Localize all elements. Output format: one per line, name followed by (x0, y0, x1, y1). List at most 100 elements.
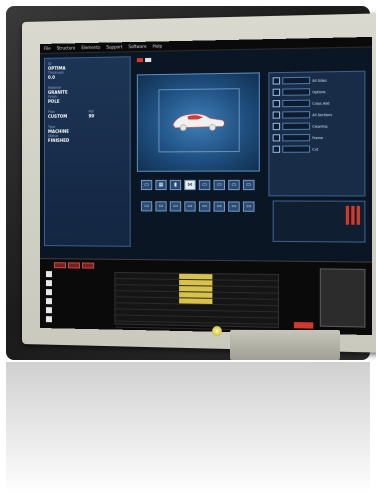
menu-item[interactable]: Structure (57, 45, 76, 50)
option-checkbox[interactable] (272, 100, 281, 108)
option-label: Cross Add (312, 100, 330, 106)
menu-item[interactable]: Support (106, 44, 122, 49)
option-label: All Sides (312, 78, 327, 83)
power-button[interactable] (212, 326, 222, 336)
info-block-id: ID OPTIMA Thickness 0.0 (48, 60, 127, 80)
side-button[interactable] (45, 271, 52, 278)
option-button[interactable] (282, 133, 311, 142)
tab-1[interactable] (53, 262, 66, 269)
photo-scene: File Structure Elements Support Software Help… (0, 0, 376, 501)
table-cell (245, 281, 278, 287)
table-cell (212, 317, 245, 323)
options-panel: All Sides Options Cross Add All Sections Cle… (268, 70, 366, 197)
field-value: FINISHED (47, 137, 70, 143)
tab-3[interactable] (82, 262, 95, 269)
tab-2[interactable] (67, 262, 81, 269)
tool-button[interactable]: ▭ (242, 179, 255, 191)
level-bar (345, 205, 350, 225)
level-bar (351, 205, 355, 225)
table-cell (245, 306, 278, 312)
option-button[interactable] (282, 76, 311, 85)
option-checkbox[interactable] (272, 77, 281, 85)
tool-button[interactable]: ▭ (155, 200, 167, 211)
table-cell (147, 304, 179, 310)
info-block-type: Type MACHINE Status FINISHED (48, 124, 127, 143)
table-cell (212, 274, 245, 280)
side-button[interactable] (45, 298, 52, 305)
table-cell (245, 318, 278, 324)
table-cell (115, 297, 147, 303)
table-cell (179, 279, 213, 286)
option-button[interactable] (282, 122, 311, 131)
option-button[interactable] (282, 145, 311, 153)
tool-button[interactable]: ▭ (228, 200, 240, 212)
table-cell (179, 298, 213, 304)
tool-button[interactable]: ▭ (198, 179, 211, 191)
3d-viewport[interactable] (136, 72, 260, 172)
table-cell (147, 322, 179, 328)
table-cell (212, 299, 245, 305)
menu-item[interactable]: Elements (81, 45, 100, 50)
minimap[interactable] (319, 268, 366, 328)
status-chip (136, 57, 144, 62)
table-cell (179, 273, 213, 280)
menu-item[interactable]: Help (153, 43, 162, 48)
tool-button[interactable]: ▭ (228, 179, 240, 191)
table-cell (245, 275, 278, 281)
car-model[interactable] (169, 109, 227, 132)
bottom-tabs (53, 262, 95, 269)
part-info-panel: ID OPTIMA Thickness 0.0 Material GRANITE… (43, 56, 131, 247)
option-button[interactable] (282, 88, 311, 96)
table-cell (115, 273, 147, 278)
tool-button[interactable]: ▮ (169, 179, 182, 191)
status-strip (136, 52, 366, 71)
tool-button[interactable]: ▭ (213, 179, 226, 191)
tool-button[interactable]: ▦ (155, 179, 167, 191)
gauge-readout (272, 200, 366, 243)
table-cell (245, 293, 278, 299)
table-cell (245, 299, 278, 305)
side-button[interactable] (45, 316, 52, 323)
info-block-plan: Plan CUSTOM Ref 99 (48, 109, 127, 119)
side-buttons (45, 271, 54, 323)
option-checkbox[interactable] (272, 111, 281, 119)
tool-button[interactable]: ▭ (140, 200, 153, 211)
side-button[interactable] (45, 289, 52, 296)
tool-grid: ▭ ▦ ▮ ⋈ ▭ ▭ ▭ ▭ ▭ ▭ ▭ ▭ ▭ ▭ ▭ ▭ (140, 179, 266, 219)
tool-button[interactable]: ⋈ (184, 179, 196, 191)
option-label: All Sections (312, 112, 333, 117)
option-label: Cleaning (312, 123, 328, 129)
menu-item[interactable]: Software (128, 44, 146, 49)
menu-item[interactable]: File (44, 46, 51, 51)
table-cell (147, 279, 179, 285)
table-cell (212, 280, 245, 286)
option-row: Cross Add (272, 98, 361, 108)
side-button[interactable] (45, 280, 52, 287)
tool-button[interactable]: ▭ (198, 200, 211, 212)
monitor-screen: File Structure Elements Support Software Help… (40, 36, 373, 336)
field-value: 99 (88, 113, 95, 119)
option-checkbox[interactable] (272, 88, 281, 96)
level-bar (356, 205, 360, 225)
field-value: CUSTOM (47, 113, 68, 119)
tool-button[interactable]: ▭ (169, 200, 182, 212)
tool-button[interactable]: ▭ (184, 200, 196, 212)
stop-button[interactable] (293, 321, 314, 329)
table-cell (147, 316, 179, 322)
tool-button[interactable]: ▭ (242, 200, 255, 212)
option-row: All Sides (272, 75, 361, 86)
tool-button[interactable]: ▭ (213, 200, 226, 212)
option-button[interactable] (282, 111, 311, 119)
side-button[interactable] (45, 307, 52, 314)
option-checkbox[interactable] (272, 134, 281, 142)
option-button[interactable] (282, 99, 311, 108)
option-row: Frame (272, 133, 361, 143)
option-checkbox[interactable] (272, 122, 281, 131)
table-cell (180, 323, 213, 329)
tool-button[interactable]: ▭ (140, 179, 153, 191)
option-checkbox[interactable] (272, 145, 281, 153)
table-cell (115, 315, 147, 321)
table-cell (180, 304, 213, 310)
option-label: Cut (312, 146, 319, 152)
table-cell (212, 311, 245, 317)
